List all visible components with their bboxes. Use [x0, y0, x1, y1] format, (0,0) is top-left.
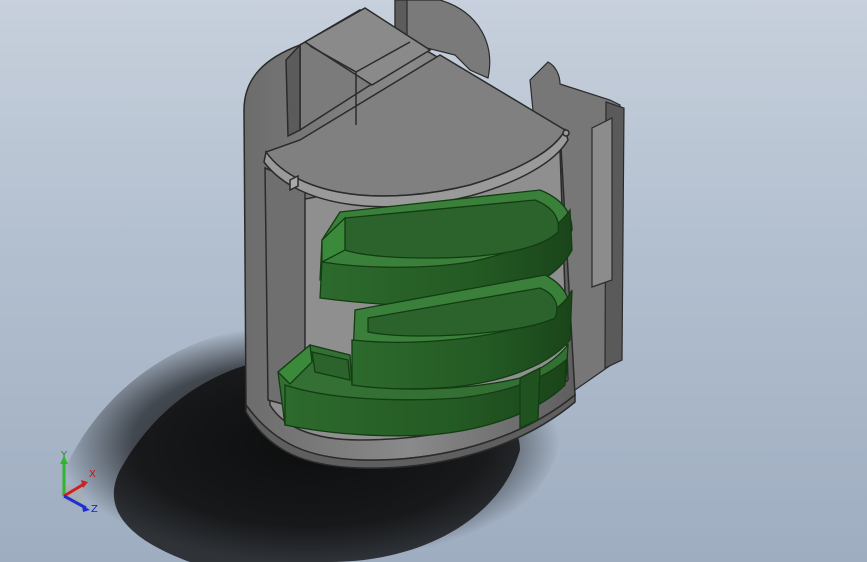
triad-y-label: Y: [61, 450, 68, 461]
orientation-triad[interactable]: Y X Z: [50, 450, 110, 520]
graphics-viewport[interactable]: Y X Z: [0, 0, 867, 562]
triad-graphic: [60, 456, 90, 512]
triad-z-label: Z: [91, 504, 98, 515]
triad-x-label: X: [89, 469, 96, 480]
model-canvas[interactable]: [0, 0, 867, 562]
